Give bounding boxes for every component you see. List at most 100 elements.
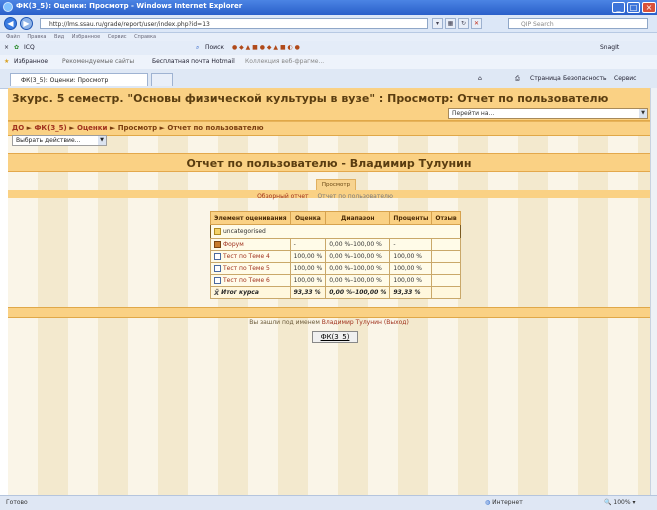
action-select[interactable]: Выбрать действие... ▼ bbox=[12, 135, 107, 146]
grade-cell: 100,00 % bbox=[289, 262, 327, 275]
zone-label: ◍ Интернет bbox=[485, 499, 523, 506]
favorites-item-webslices[interactable]: Коллекция веб-фрагме... bbox=[245, 58, 324, 65]
total-grade-cell: 93,33 % bbox=[289, 286, 327, 299]
maximize-button[interactable]: □ bbox=[627, 2, 640, 13]
ie-page-menu[interactable]: Страница bbox=[530, 75, 561, 82]
icq-icon[interactable]: ✿ bbox=[14, 44, 19, 51]
refresh-icon[interactable]: ↻ bbox=[458, 18, 469, 29]
print-icon[interactable]: ⎙ bbox=[515, 75, 520, 83]
percent-cell: 100,00 % bbox=[389, 250, 433, 263]
tab-view[interactable]: Просмотр bbox=[316, 179, 356, 190]
favorites-item-recommended[interactable]: Рекомендуемые сайты bbox=[62, 58, 134, 65]
category-name: uncategorised bbox=[223, 228, 266, 235]
address-dropdown-icon[interactable]: ▾ bbox=[432, 18, 443, 29]
window-title: ФК(3_5): Оценки: Просмотр - Windows Inte… bbox=[16, 2, 243, 10]
item-cell[interactable]: Тест по Теме 6 bbox=[210, 274, 291, 287]
menu-favorites[interactable]: Избранное bbox=[72, 34, 100, 40]
table-row: Тест по Теме 6 100,00 % 0,00 %–100,00 % … bbox=[210, 274, 461, 287]
col-percent: Проценты bbox=[389, 211, 433, 225]
toolbar-icons-strip[interactable]: ● ◆ ▲ ■ ● ◆ ▲ ■ ◐ ● bbox=[232, 44, 300, 51]
feedback-cell bbox=[431, 238, 461, 251]
item-name[interactable]: Форум bbox=[223, 241, 244, 248]
total-row: x̄ Итог курса 93,33 % 0,00 %–100,00 % 93,… bbox=[210, 286, 461, 299]
menu-tools[interactable]: Сервис bbox=[108, 34, 127, 40]
address-bar: ◀ ▶ http://lms.ssau.ru/grade/report/user… bbox=[0, 15, 657, 33]
toolbar-close-icon[interactable]: × bbox=[4, 44, 9, 51]
total-range-cell: 0,00 %–100,00 % bbox=[325, 286, 391, 299]
folder-icon bbox=[214, 228, 221, 235]
status-bar: Готово ◍ Интернет 🔍 100% ▾ bbox=[0, 495, 657, 510]
report-title: Отчет по пользователю - Владимир Тулунин bbox=[186, 157, 472, 170]
status-text: Готово bbox=[6, 499, 28, 506]
breadcrumb-bar: ДО ► ФК(3_5) ► Оценки ► Просмотр ► Отчет… bbox=[8, 121, 650, 136]
sigma-icon: x̄ bbox=[214, 288, 220, 297]
url-input[interactable]: http://lms.ssau.ru/grade/report/user/ind… bbox=[40, 18, 428, 29]
zoom-icon: 🔍 bbox=[604, 499, 612, 506]
item-name[interactable]: Тест по Теме 6 bbox=[223, 277, 270, 284]
feedback-cell bbox=[431, 250, 461, 263]
minimize-button[interactable]: _ bbox=[612, 2, 625, 13]
item-name[interactable]: Тест по Теме 4 bbox=[223, 253, 270, 260]
subtab-overview[interactable]: Обзорный отчет bbox=[257, 193, 308, 200]
table-row: Форум - 0,00 %–100,00 % - bbox=[210, 238, 461, 251]
ie-tools-menu[interactable]: Сервис bbox=[614, 75, 636, 82]
grade-cell: 100,00 % bbox=[289, 274, 327, 287]
menu-file[interactable]: Файл bbox=[6, 34, 20, 40]
tab-bar: ФК(3_5): Оценки: Просмотр ⌂ ⎙ Страница Б… bbox=[0, 69, 657, 89]
zoom-control[interactable]: 🔍 100% ▾ bbox=[604, 499, 635, 506]
icq-label[interactable]: ICQ bbox=[24, 44, 35, 51]
course-home-button[interactable]: ФК(3_5) bbox=[312, 331, 358, 343]
login-user-link[interactable]: Владимир Тулунин bbox=[322, 319, 382, 326]
footer-bar bbox=[8, 307, 650, 318]
back-button[interactable]: ◀ bbox=[4, 17, 17, 30]
favorites-item-hotmail[interactable]: Бесплатная почта Hotmail bbox=[152, 58, 235, 65]
range-cell: 0,00 %–100,00 % bbox=[325, 250, 391, 263]
compatibility-icon[interactable]: ▦ bbox=[445, 18, 456, 29]
tab-active[interactable]: ФК(3_5): Оценки: Просмотр bbox=[10, 73, 148, 86]
item-cell[interactable]: Тест по Теме 5 bbox=[210, 262, 291, 275]
breadcrumb: ДО ► ФК(3_5) ► Оценки ► Просмотр ► Отчет… bbox=[12, 124, 264, 132]
menu-bar: Файл Правка Вид Избранное Сервис Справка bbox=[0, 33, 657, 41]
favorites-star-icon[interactable]: ★ bbox=[4, 58, 9, 65]
range-cell: 0,00 %–100,00 % bbox=[325, 274, 391, 287]
item-cell[interactable]: Форум bbox=[210, 238, 291, 251]
breadcrumb-item-course[interactable]: ФК(3_5) bbox=[34, 124, 66, 132]
toolbar-search-label[interactable]: Поиск bbox=[205, 44, 224, 51]
table-row: Тест по Теме 5 100,00 % 0,00 %–100,00 % … bbox=[210, 262, 461, 275]
category-cell: uncategorised bbox=[211, 225, 461, 239]
range-cell: 0,00 %–100,00 % bbox=[325, 238, 391, 251]
breadcrumb-item-view[interactable]: Просмотр bbox=[118, 124, 157, 132]
home-icon[interactable]: ⌂ bbox=[478, 75, 482, 82]
jump-to-value: Перейти на... bbox=[452, 110, 495, 117]
breadcrumb-item-grades[interactable]: Оценки bbox=[77, 124, 107, 132]
item-cell[interactable]: Тест по Теме 4 bbox=[210, 250, 291, 263]
menu-help[interactable]: Справка bbox=[134, 34, 156, 40]
toolbar-search-icon[interactable]: ⌕ bbox=[196, 44, 199, 52]
grade-cell: - bbox=[289, 238, 327, 251]
close-window-button[interactable]: × bbox=[642, 2, 656, 13]
percent-cell: - bbox=[389, 238, 433, 251]
search-input[interactable]: QIP Search bbox=[508, 18, 648, 29]
grades-table: Элемент оценивания Оценка Диапазон Проце… bbox=[210, 211, 461, 299]
col-item: Элемент оценивания bbox=[210, 211, 291, 225]
report-title-bar: Отчет по пользователю - Владимир Тулунин bbox=[8, 153, 650, 172]
logout-link[interactable]: (Выход) bbox=[384, 319, 409, 326]
category-row: uncategorised bbox=[211, 225, 461, 239]
item-name[interactable]: Тест по Теме 5 bbox=[223, 265, 270, 272]
new-tab-button[interactable] bbox=[151, 73, 173, 86]
breadcrumb-item-do[interactable]: ДО bbox=[12, 124, 24, 132]
ie-logo-icon bbox=[3, 2, 13, 12]
jump-to-select[interactable]: Перейти на... ▼ bbox=[448, 108, 648, 119]
favorites-label[interactable]: Избранное bbox=[14, 58, 48, 65]
forward-button[interactable]: ▶ bbox=[20, 17, 33, 30]
page-title: 3курс. 5 семестр. "Основы физической кул… bbox=[12, 92, 609, 105]
stop-icon[interactable]: ✕ bbox=[471, 18, 482, 29]
snagit-label[interactable]: SnagIt bbox=[600, 44, 619, 51]
menu-edit[interactable]: Правка bbox=[27, 34, 46, 40]
menu-view[interactable]: Вид bbox=[54, 34, 64, 40]
ie-safety-menu[interactable]: Безопасность bbox=[563, 75, 607, 82]
quiz-icon bbox=[214, 277, 221, 284]
chevron-down-icon: ▼ bbox=[98, 136, 106, 145]
vertical-scrollbar[interactable] bbox=[650, 88, 657, 495]
subtab-user[interactable]: Отчет по пользователю bbox=[317, 193, 392, 200]
